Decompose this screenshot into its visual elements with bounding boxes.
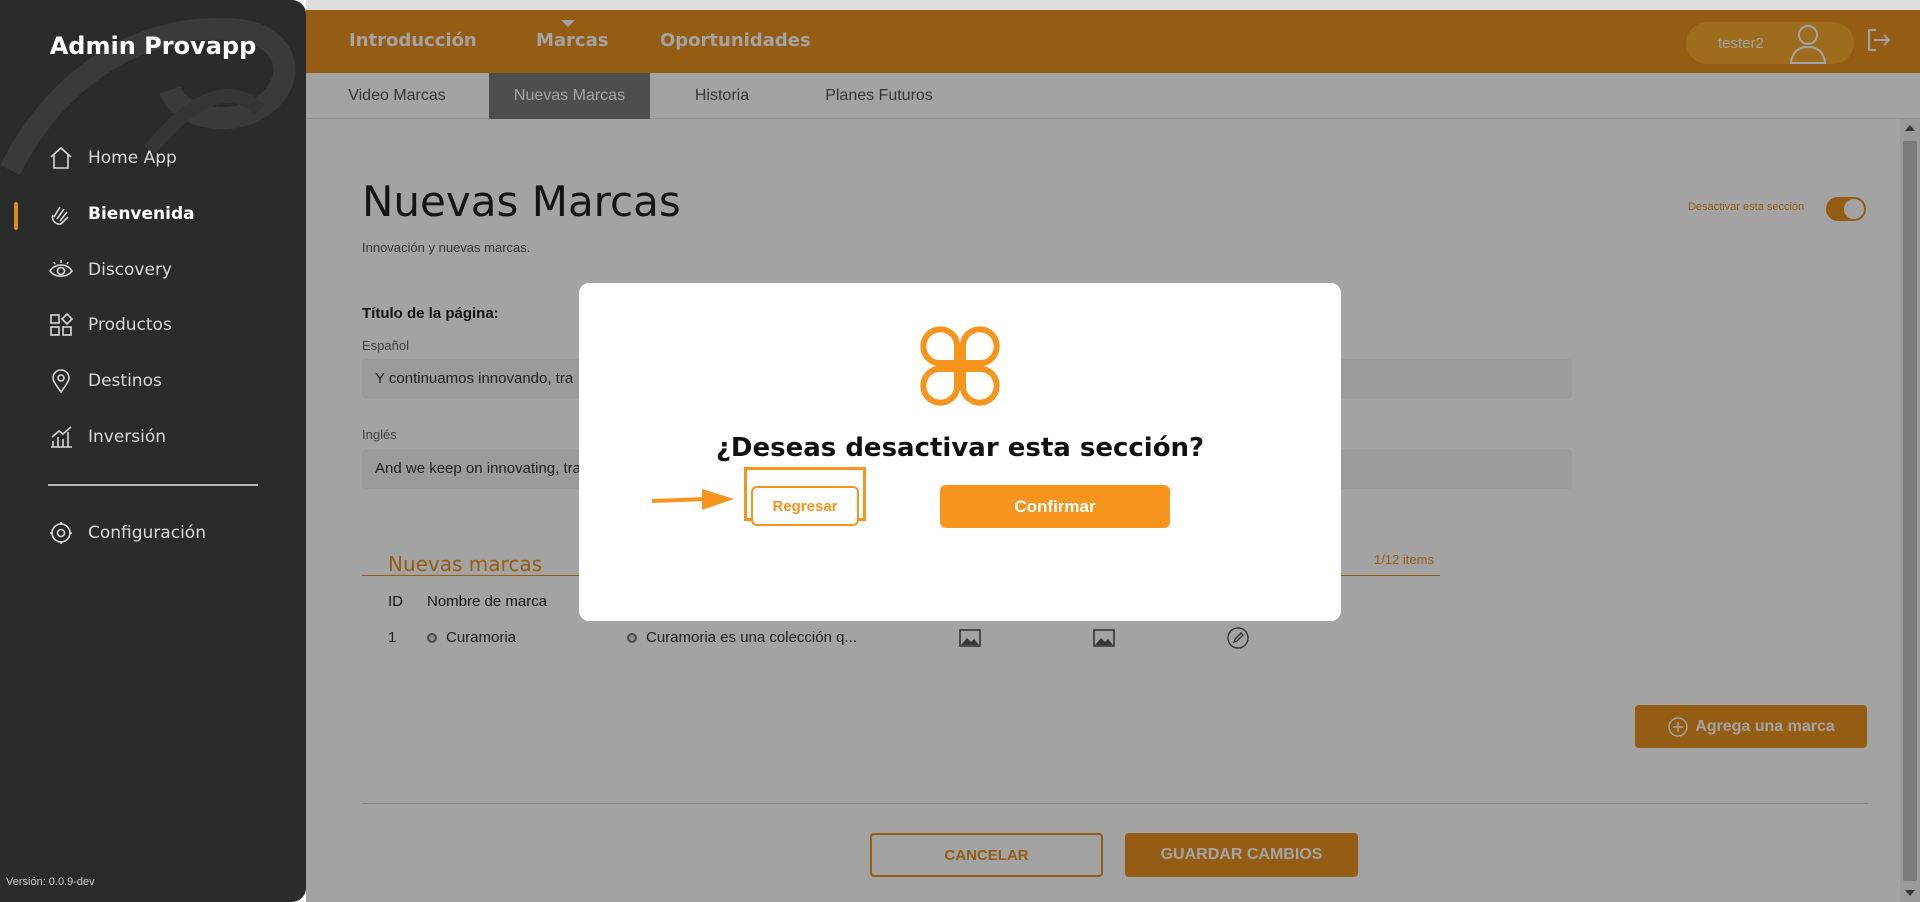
gear-icon — [50, 522, 72, 544]
eye-icon — [49, 260, 73, 278]
brand-clover-logo-icon — [920, 326, 1000, 406]
sidebar-item-label: Productos — [88, 315, 172, 335]
confirm-button[interactable]: Confirmar — [940, 485, 1170, 528]
grid-icon — [50, 312, 74, 336]
sidebar-item-label: Inversión — [88, 427, 167, 447]
app-title: Admin Provapp — [49, 32, 257, 60]
version-label: Versión: 0.0.9-dev — [6, 876, 95, 888]
sidebar-item-home-app[interactable]: Home App — [48, 143, 177, 173]
back-button[interactable]: Regresar — [751, 486, 859, 526]
sidebar-item-label: Discovery — [88, 260, 172, 280]
sidebar-item-configuracion[interactable]: Configuración — [48, 518, 206, 548]
sidebar-item-label: Configuración — [88, 523, 206, 543]
sidebar-divider — [48, 484, 258, 486]
sidebar-item-label: Home App — [88, 148, 177, 168]
sidebar-item-label: Bienvenida — [88, 204, 195, 224]
sidebar-item-inversion[interactable]: Inversión — [48, 422, 166, 452]
location-pin-icon — [52, 369, 70, 394]
sidebar-item-label: Destinos — [88, 371, 162, 391]
top-strip — [306, 0, 1920, 10]
sidebar-item-productos[interactable]: Productos — [48, 310, 172, 340]
home-icon — [50, 146, 72, 169]
sidebar-item-destinos[interactable]: Destinos — [48, 366, 162, 396]
annotation-arrow-icon — [651, 489, 734, 510]
active-nav-marker — [14, 202, 18, 230]
dialog-title: ¿Deseas desactivar esta sección? — [715, 433, 1205, 463]
waving-hand-icon — [51, 206, 69, 225]
sidebar-item-discovery[interactable]: Discovery — [48, 255, 172, 285]
bar-chart-icon — [51, 426, 72, 448]
sidebar: Admin Provapp Home App Bienvenida Discov… — [0, 0, 306, 902]
confirm-dialog: ¿Deseas desactivar esta sección? Regresa… — [579, 283, 1341, 621]
sidebar-item-bienvenida[interactable]: Bienvenida — [48, 199, 195, 229]
